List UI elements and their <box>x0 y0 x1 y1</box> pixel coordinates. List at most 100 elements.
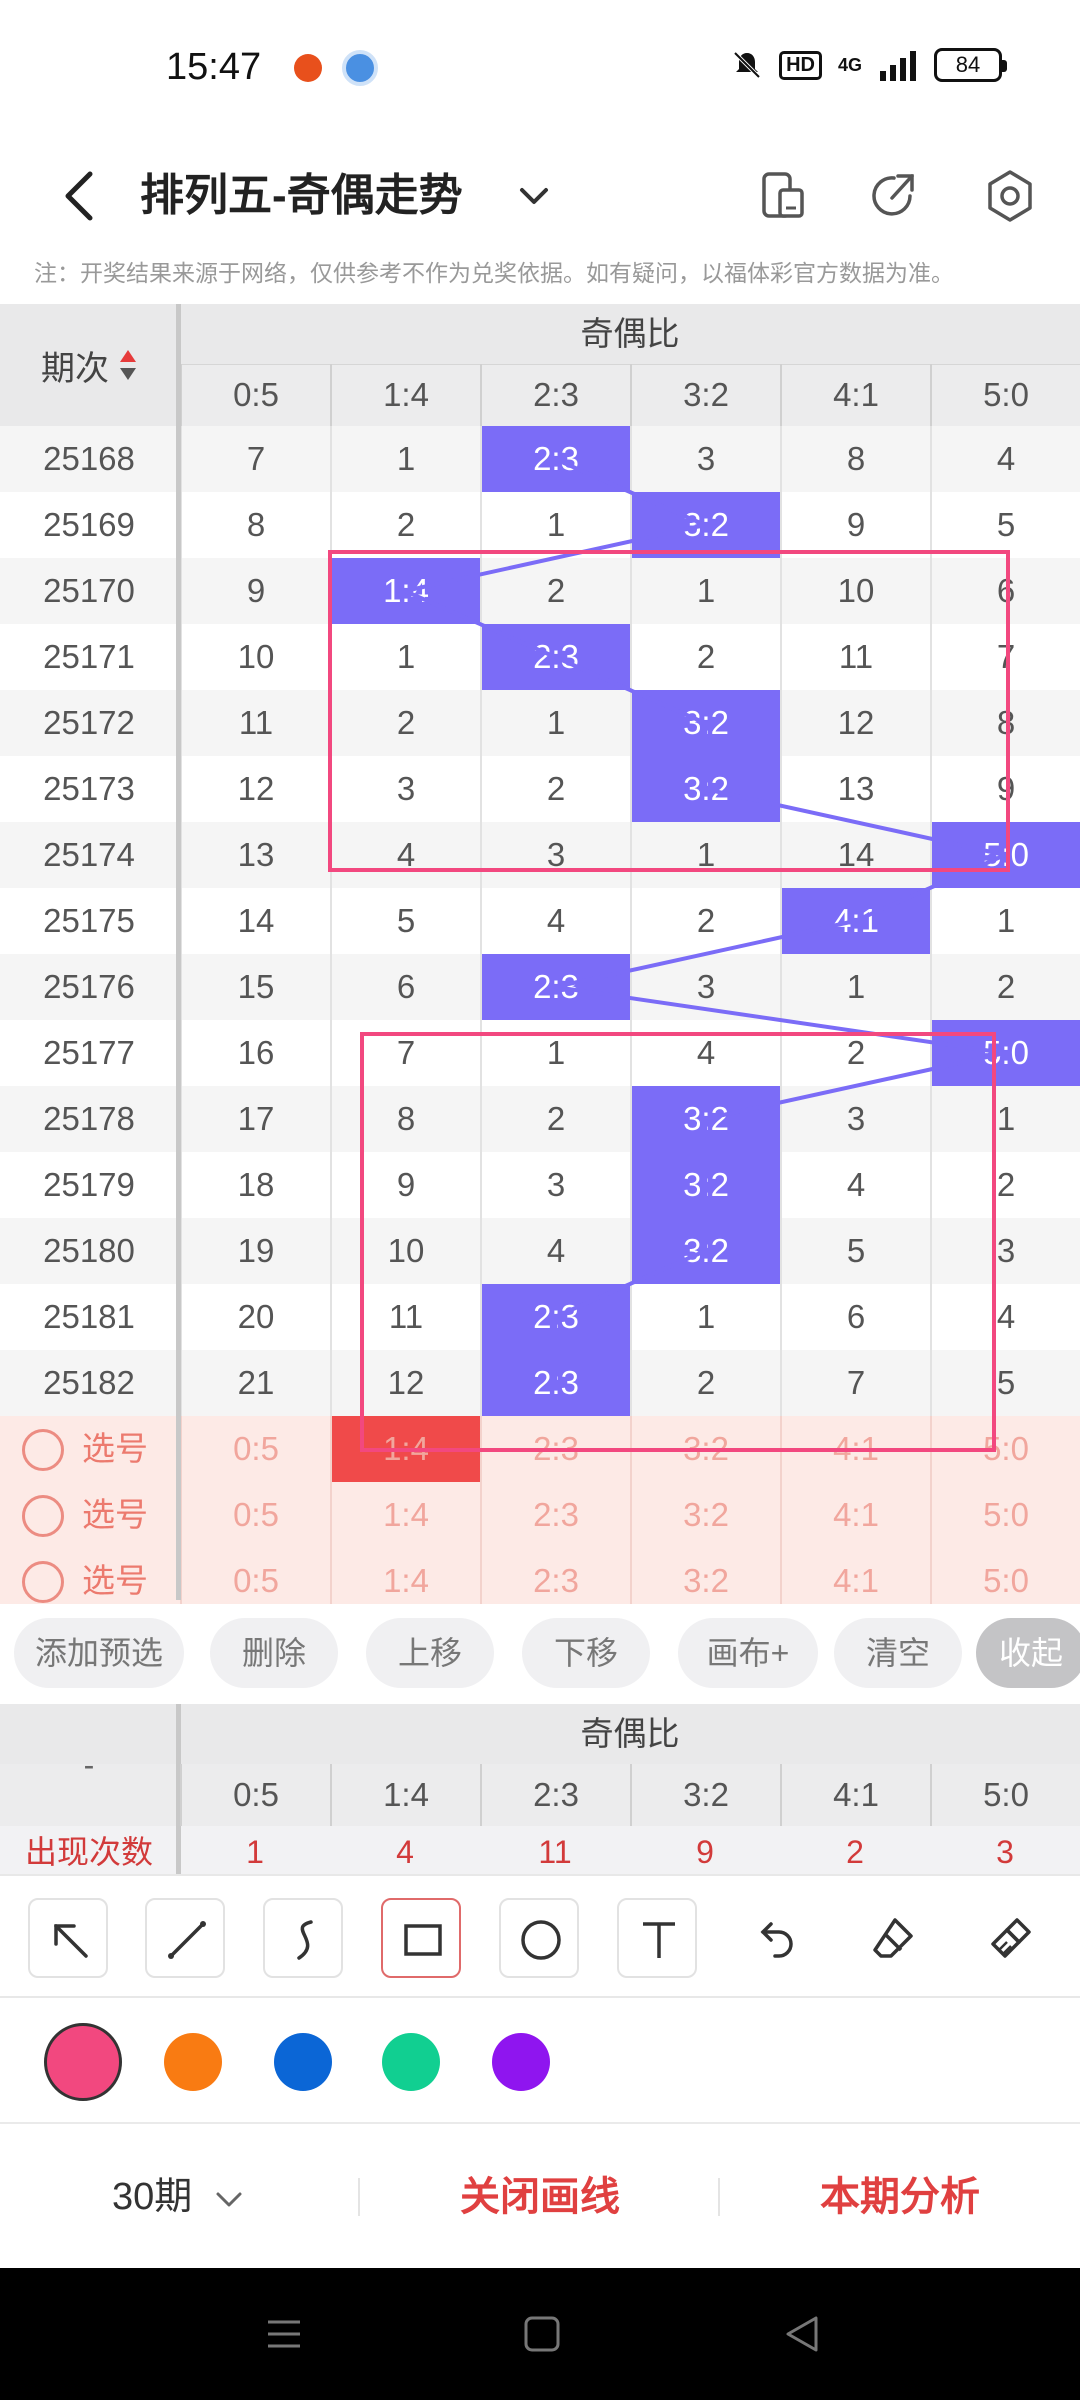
table-row: 25175 14 5 4 2 4:1 1 <box>0 888 1080 954</box>
color-swatch[interactable] <box>164 2033 222 2091</box>
miss-count-cell: 2 <box>480 756 630 822</box>
pick-option[interactable]: 3:2 <box>630 1482 780 1548</box>
table-row: 25179 18 9 3 3:2 4 2 <box>0 1152 1080 1218</box>
arrow-tool[interactable] <box>28 1898 108 1978</box>
page-title[interactable]: 排列五-奇偶走势 <box>140 166 463 226</box>
table-row: 25181 20 11 2:3 1 6 4 <box>0 1284 1080 1350</box>
occurrence-count: 9 <box>696 1834 714 1870</box>
miss-count-cell: 2 <box>480 558 630 624</box>
circle-tool[interactable] <box>499 1898 579 1978</box>
miss-count-cell: 1 <box>480 492 630 558</box>
column-header: 3:2 <box>630 364 780 426</box>
eraser-icon <box>873 1918 913 1958</box>
pick-option[interactable]: 1:4 <box>330 1416 480 1482</box>
status-indicators: HD 4G 84 <box>731 48 1007 82</box>
hit-cell: 3:2 <box>630 1086 780 1152</box>
menu-icon[interactable] <box>262 2312 306 2356</box>
miss-count-cell: 6 <box>930 558 1080 624</box>
column-header: 4:1 <box>780 364 930 426</box>
delete-button[interactable]: 删除 <box>210 1618 338 1688</box>
clear-button[interactable]: 清空 <box>834 1618 962 1688</box>
miss-count-cell: 11 <box>330 1284 480 1350</box>
undo-tool[interactable] <box>735 1898 815 1978</box>
circle-icon <box>521 1920 561 1960</box>
color-swatch[interactable] <box>274 2033 332 2091</box>
miss-count-cell: 14 <box>780 822 930 888</box>
miss-count-cell: 5 <box>780 1218 930 1284</box>
pick-radio[interactable] <box>22 1561 64 1603</box>
period-selector[interactable]: 30期 <box>112 2126 192 2268</box>
issue-number: 25169 <box>43 506 135 543</box>
hit-cell: 5:0 <box>930 822 1080 888</box>
miss-count-cell: 2 <box>630 624 780 690</box>
issue-number: 25182 <box>43 1364 135 1401</box>
hit-cell: 3:2 <box>630 492 780 558</box>
miss-count-cell: 9 <box>780 492 930 558</box>
sort-icon[interactable] <box>119 348 137 382</box>
miss-count-cell: 14 <box>180 888 330 954</box>
miss-count-cell: 7 <box>780 1350 930 1416</box>
miss-count-cell: 12 <box>330 1350 480 1416</box>
line-tool[interactable] <box>145 1898 225 1978</box>
table-row: 25168 7 1 2:3 3 8 4 <box>0 426 1080 492</box>
occurrence-count: 3 <box>996 1834 1014 1870</box>
canvas-plus-button[interactable]: 画布+ <box>678 1618 818 1688</box>
miss-count-cell: 21 <box>180 1350 330 1416</box>
hit-cell: 5:0 <box>930 1020 1080 1086</box>
curve-tool[interactable] <box>263 1898 343 1978</box>
browser-notification-icon <box>342 50 378 86</box>
hit-cell: 4:1 <box>780 888 930 954</box>
table-row: 25170 9 1:4 2 1 10 6 <box>0 558 1080 624</box>
text-icon <box>643 1922 675 1958</box>
issue-number: 25177 <box>43 1034 135 1071</box>
miss-count-cell: 6 <box>780 1284 930 1350</box>
collapse-button[interactable]: 收起 <box>976 1618 1080 1688</box>
chevron-down-icon[interactable] <box>514 176 554 216</box>
miss-count-cell: 2 <box>330 492 480 558</box>
rectangle-tool[interactable] <box>381 1898 461 1978</box>
chevron-down-icon[interactable] <box>212 2182 246 2216</box>
miss-count-cell: 1 <box>630 822 780 888</box>
text-tool[interactable] <box>617 1898 697 1978</box>
color-swatch[interactable] <box>44 2023 122 2101</box>
clear-brush-tool[interactable] <box>971 1898 1051 1978</box>
phone-icon[interactable] <box>756 168 812 224</box>
settings-icon[interactable] <box>982 168 1038 224</box>
pick-option[interactable]: 0:5 <box>180 1482 330 1548</box>
pick-option[interactable]: 2:3 <box>480 1482 630 1548</box>
miss-count-cell: 4 <box>780 1152 930 1218</box>
network-type: 4G <box>837 54 862 75</box>
miss-count-cell: 10 <box>180 624 330 690</box>
pick-radio[interactable] <box>22 1495 64 1537</box>
pick-option[interactable]: 4:1 <box>780 1416 930 1482</box>
issue-number: 25178 <box>43 1100 135 1137</box>
pick-option[interactable]: 3:2 <box>630 1416 780 1482</box>
close-draw-button[interactable]: 关闭画线 <box>460 2126 620 2268</box>
add-preselect-button[interactable]: 添加预选 <box>14 1618 184 1688</box>
pick-option[interactable]: 2:3 <box>480 1416 630 1482</box>
analysis-button[interactable]: 本期分析 <box>820 2126 980 2268</box>
eraser-tool[interactable] <box>853 1898 933 1978</box>
color-swatch[interactable] <box>492 2033 550 2091</box>
issue-number: 25175 <box>43 902 135 939</box>
pick-radio[interactable] <box>22 1429 64 1471</box>
miss-count-cell: 4 <box>630 1020 780 1086</box>
pick-row: 选号 0:5 1:4 2:3 3:2 4:1 5:0 <box>0 1416 1080 1482</box>
bottom-bar: 30期 关闭画线 本期分析 <box>0 2126 1080 2268</box>
move-up-button[interactable]: 上移 <box>366 1618 494 1688</box>
pick-option[interactable]: 4:1 <box>780 1482 930 1548</box>
share-icon[interactable] <box>866 168 922 224</box>
back-nav-icon[interactable] <box>780 2312 824 2356</box>
pick-option[interactable]: 5:0 <box>930 1416 1080 1482</box>
stats-column-header: 5:0 <box>930 1764 1080 1826</box>
back-icon[interactable] <box>52 166 112 226</box>
color-swatch[interactable] <box>382 2033 440 2091</box>
column-header: 5:0 <box>930 364 1080 426</box>
pick-option[interactable]: 5:0 <box>930 1482 1080 1548</box>
miss-count-cell: 19 <box>180 1218 330 1284</box>
pick-option[interactable]: 1:4 <box>330 1482 480 1548</box>
home-icon[interactable] <box>520 2312 564 2356</box>
pick-option[interactable]: 0:5 <box>180 1416 330 1482</box>
move-down-button[interactable]: 下移 <box>522 1618 650 1688</box>
issue-column-header[interactable]: 期次 <box>0 304 178 426</box>
